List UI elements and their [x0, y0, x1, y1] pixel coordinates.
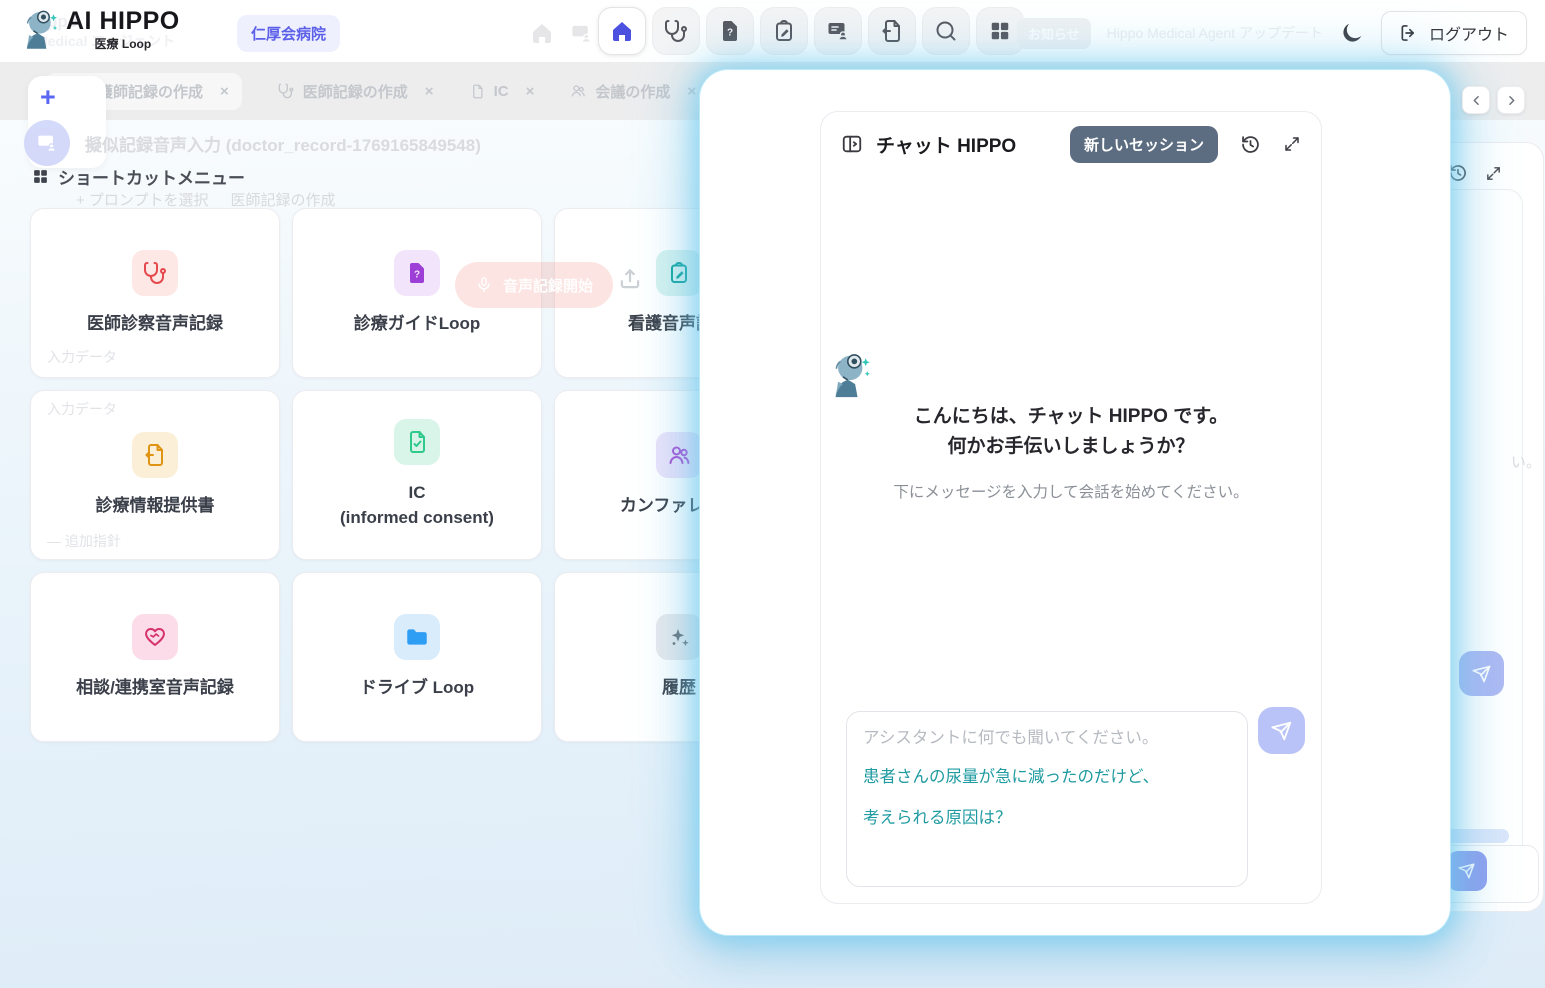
svg-text:?: ? — [414, 269, 420, 280]
stethoscope-button[interactable] — [652, 7, 700, 55]
chat-panel: チャット HIPPO 新しいセッション — [820, 111, 1322, 904]
hippo-mascot-icon — [14, 7, 60, 53]
guide-file-question-button[interactable]: ? — [706, 7, 754, 55]
search-button[interactable] — [922, 7, 970, 55]
file-question-icon: ? — [394, 250, 440, 296]
hospital-badge: 仁厚会病院 — [237, 15, 340, 52]
chat-typed-line-1: 患者さんの尿量が急に減ったのだけど、 — [863, 763, 1231, 787]
file-output-button[interactable] — [868, 7, 916, 55]
chat-welcome-block: こんにちは、チャット HIPPO です。 何かお手伝いしましょうか？ 下にメッセ… — [821, 350, 1321, 502]
tab-doctor-record[interactable]: 医師記録の作成 × — [278, 81, 434, 102]
history-icon[interactable] — [1240, 134, 1261, 155]
users-icon — [656, 432, 702, 478]
panel-left-icon[interactable] — [841, 133, 863, 155]
expand-icon[interactable] — [1283, 135, 1301, 153]
ghost-upload-icon — [617, 266, 643, 292]
clipboard-pen-icon — [656, 250, 702, 296]
logout-icon — [1399, 23, 1419, 43]
file-check-icon — [394, 419, 440, 465]
tab-scroll-arrows — [1462, 86, 1525, 114]
ghost-update-text: Hippo Medical Agent アップデート — [1107, 23, 1323, 43]
grid-small-icon — [32, 168, 49, 185]
ghost-home-icon — [530, 21, 554, 45]
presentation-user-button[interactable] — [814, 7, 862, 55]
app-subtitle: 医療 Loop — [66, 35, 180, 52]
logout-button[interactable]: ログアウト — [1381, 11, 1527, 55]
clipboard-pen-button[interactable] — [760, 7, 808, 55]
close-icon[interactable]: × — [220, 83, 229, 100]
send-button[interactable] — [1459, 651, 1504, 696]
expand-icon[interactable] — [1485, 165, 1502, 182]
close-icon[interactable]: × — [425, 83, 434, 100]
greeting-line-2: 何かお手伝いしましょうか？ — [821, 432, 1321, 462]
heart-handshake-icon — [132, 614, 178, 660]
header: Hippo Medical エージェント AI HIPPO 医療 Loo — [0, 0, 1545, 62]
ghost-voice-record-start-button: 音声記録開始 — [455, 262, 613, 308]
ghost-record-avatar-icon — [24, 120, 70, 166]
card-doctor-exam-voice-record[interactable]: 医師診察音声記録 入力データ — [30, 208, 280, 378]
logout-label: ログアウト — [1429, 21, 1509, 45]
chat-hippo-modal: チャット HIPPO 新しいセッション — [700, 70, 1450, 935]
new-tab-button[interactable]: + — [40, 82, 56, 113]
chat-hint: 下にメッセージを入力して会話を始めてください。 — [821, 480, 1321, 502]
svg-text:?: ? — [727, 28, 733, 39]
dark-mode-toggle[interactable] — [1339, 20, 1365, 46]
folder-icon — [394, 614, 440, 660]
chat-title: チャット HIPPO — [876, 131, 1016, 158]
ghost-additional-label: — 追加指針 — [47, 531, 121, 551]
ghost-input-data-label: 入力データ — [47, 399, 117, 419]
scroll-left-button[interactable] — [1462, 86, 1490, 114]
close-icon[interactable]: × — [687, 83, 696, 100]
card-drive-loop[interactable]: ドライブ Loop — [292, 572, 542, 742]
chat-header: チャット HIPPO 新しいセッション — [821, 112, 1321, 176]
ghost-input-data-label: 入力データ — [47, 347, 117, 367]
chat-input-placeholder: アシスタントに何でも聞いてください。 — [863, 724, 1231, 748]
ghost-prompt-context: 医師記録の作成 — [230, 189, 335, 210]
header-right-cluster: お知らせ Hippo Medical Agent アップデート ログアウト — [1017, 11, 1527, 55]
send-button[interactable] — [1447, 851, 1487, 891]
shortcut-menu-heading: ショートカットメニュー — [32, 164, 245, 189]
home-button[interactable] — [598, 7, 646, 55]
shortcut-card-grid: 医師診察音声記録 入力データ ? 診療ガイドLoop 看護音声記録 診療情報提供… — [30, 208, 804, 742]
ghost-hint-fragment: い。 — [1511, 451, 1541, 472]
hippo-mascot-icon — [821, 350, 1321, 402]
shortcut-menu-title: ショートカットメニュー — [58, 164, 245, 189]
app-logo: AI HIPPO 医療 Loop — [14, 7, 180, 53]
new-session-button[interactable]: 新しいセッション — [1070, 126, 1218, 163]
toolbar: ? — [598, 7, 1024, 55]
file-output-icon — [132, 432, 178, 478]
card-referral-letter[interactable]: 診療情報提供書 入力データ — 追加指針 — [30, 390, 280, 560]
ghost-notice-badge: お知らせ — [1017, 18, 1091, 49]
sparkles-icon — [656, 614, 702, 660]
card-informed-consent[interactable]: IC (informed consent) — [292, 390, 542, 560]
card-consultation-voice-record[interactable]: 相談/連携室音声記録 — [30, 572, 280, 742]
ghost-presentation-icon — [570, 22, 593, 45]
tab-meeting[interactable]: 会議の作成 × — [570, 81, 696, 102]
history-icon[interactable] — [1448, 163, 1468, 183]
ghost-prompt-select: + プロンプトを選択 — [76, 189, 208, 210]
ghost-record-title: 擬似記録音声入力 (doctor_record-1769165849548) — [85, 131, 481, 156]
ghost-prompt-row: + プロンプトを選択 医師記録の作成 — [76, 189, 336, 210]
app-title: AI HIPPO — [66, 8, 180, 34]
mic-icon — [475, 276, 493, 294]
send-button[interactable] — [1258, 707, 1305, 754]
chat-typed-line-2: 考えられる原因は？ — [863, 804, 1231, 828]
chat-input[interactable]: アシスタントに何でも聞いてください。 患者さんの尿量が急に減ったのだけど、 考え… — [846, 711, 1248, 887]
stethoscope-icon — [132, 250, 178, 296]
scroll-right-button[interactable] — [1497, 86, 1525, 114]
app-window: Hippo Medical エージェント AI HIPPO 医療 Loo — [0, 0, 1545, 988]
tab-ic[interactable]: IC × — [470, 83, 535, 100]
greeting-line-1: こんにちは、チャット HIPPO です。 — [821, 402, 1321, 432]
close-icon[interactable]: × — [526, 83, 535, 100]
